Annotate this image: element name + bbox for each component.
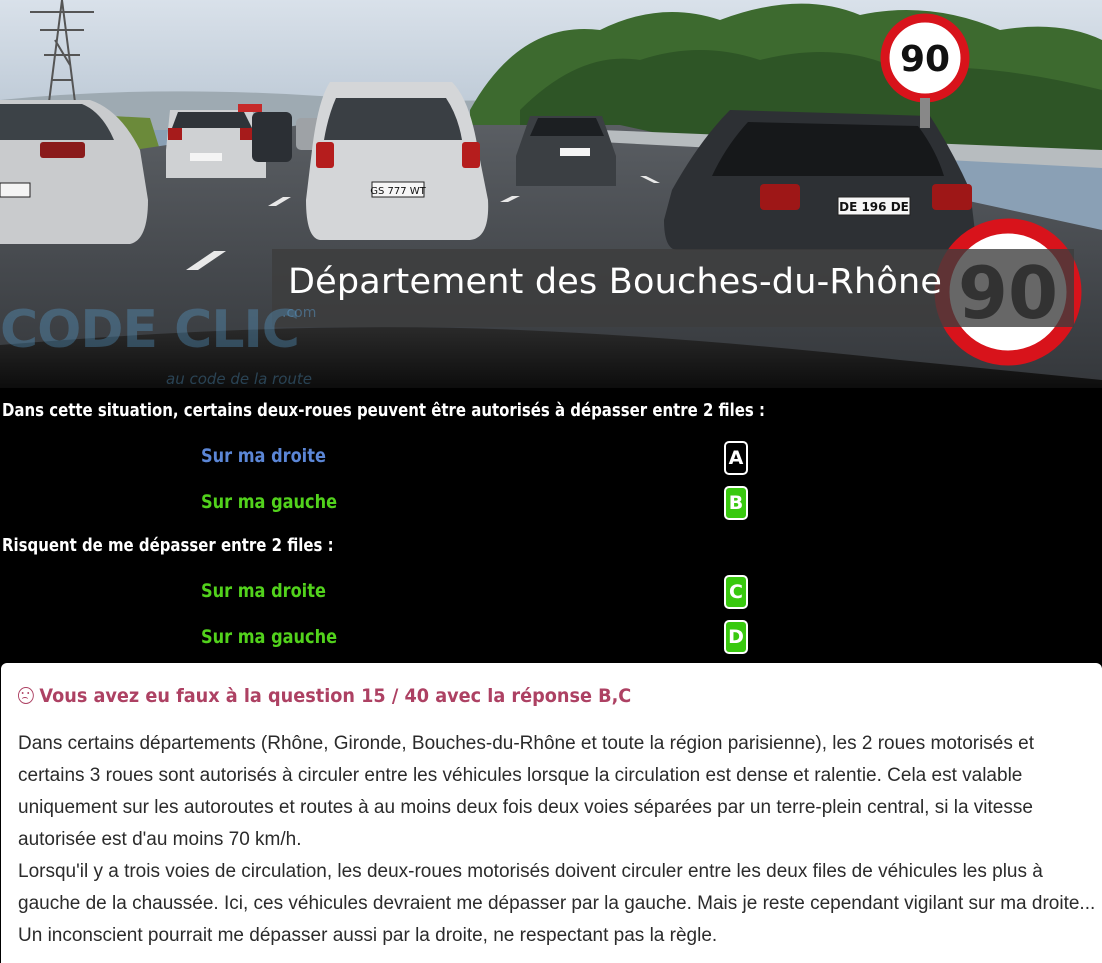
result-text: Vous avez eu faux à la question 15 / 40 …: [39, 685, 632, 707]
frown-icon: [18, 687, 34, 704]
svg-text:DE 196 DE: DE 196 DE: [839, 200, 909, 214]
question-2-text: Risquent de me dépasser entre 2 files :: [2, 535, 334, 556]
svg-text:GS 777 WT: GS 777 WT: [370, 186, 426, 197]
question-1-text: Dans cette situation, certains deux-roue…: [2, 400, 765, 421]
answer-c-label[interactable]: Sur ma droite: [201, 580, 326, 602]
explanation-paragraph-2: Lorsqu'il y a trois voies de circulation…: [18, 861, 1096, 946]
answer-a-label[interactable]: Sur ma droite: [201, 445, 326, 467]
result-message: Vous avez eu faux à la question 15 / 40 …: [18, 685, 631, 707]
watermark-logo: CODE CLIC: [0, 300, 300, 360]
answer-d-button[interactable]: D: [724, 620, 748, 654]
watermark-domain: .com: [282, 305, 317, 321]
answer-c-button[interactable]: C: [724, 575, 748, 609]
svg-text:90: 90: [900, 39, 950, 80]
watermark-subtitle: au code de la route: [166, 370, 313, 388]
answer-a-button[interactable]: A: [724, 441, 748, 475]
explanation-paragraph-1: Dans certains départements (Rhône, Giron…: [18, 733, 1034, 850]
department-banner-text: Département des Bouches-du-Rhône: [288, 262, 943, 302]
quiz-page: GS 777 WT DE 196 DE 90 Département des B…: [0, 0, 1102, 963]
answer-b-button[interactable]: B: [724, 486, 748, 520]
answer-d-label[interactable]: Sur ma gauche: [201, 626, 337, 648]
answer-b-label[interactable]: Sur ma gauche: [201, 491, 337, 513]
question-image: GS 777 WT DE 196 DE 90 Département des B…: [0, 0, 1102, 388]
explanation-text: Dans certains départements (Rhône, Giron…: [18, 728, 1096, 952]
